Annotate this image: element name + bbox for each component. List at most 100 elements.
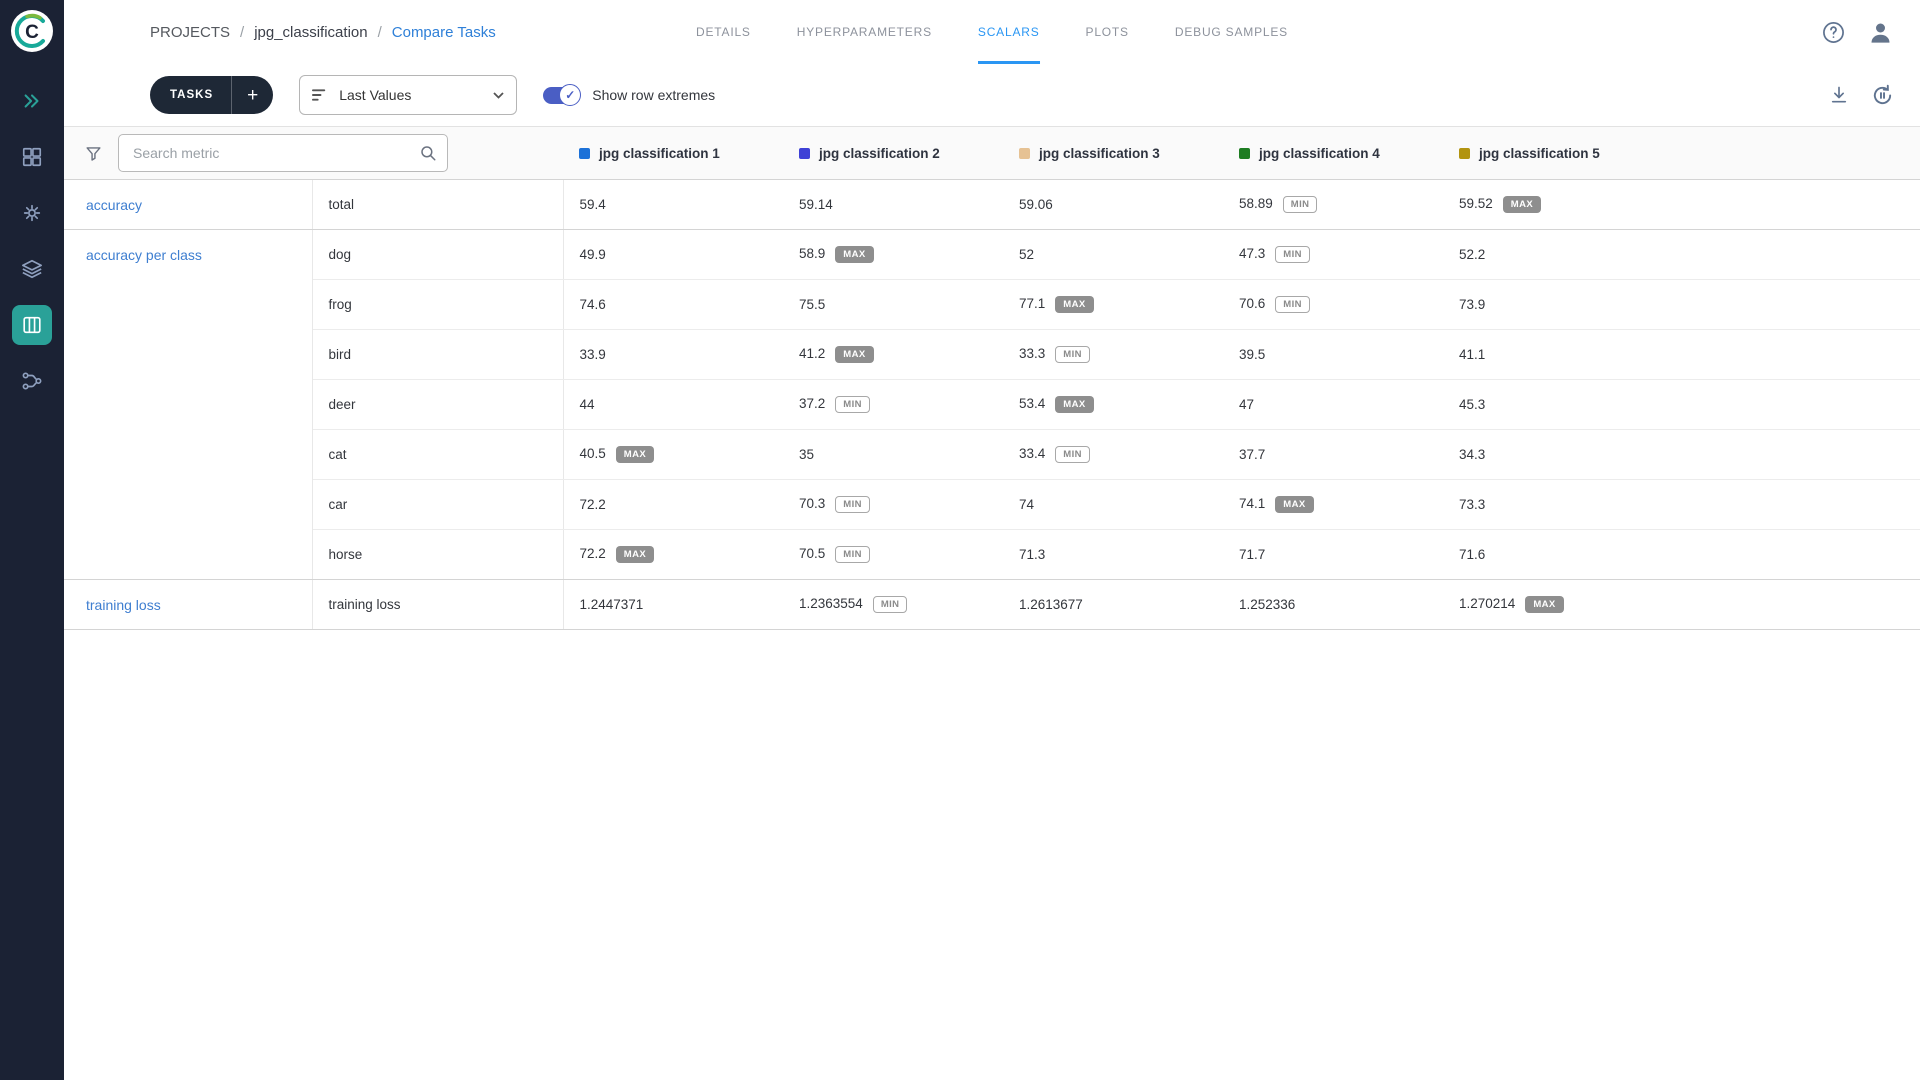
metric-search: [118, 134, 448, 172]
table-header-row: jpg classification 1 jpg classification 2…: [64, 127, 1920, 180]
tab-details[interactable]: DETAILS: [696, 0, 751, 64]
table-body: accuracytotal59.459.1459.0658.89MIN59.52…: [64, 180, 1920, 630]
sidebar-item-workers-queues[interactable]: [12, 193, 52, 233]
toolbar: TASKS + Last Values Show row extremes: [64, 64, 1920, 126]
sidebar-item-pipelines[interactable]: [12, 361, 52, 401]
extreme-badge-min: MIN: [1275, 296, 1310, 313]
metric-value-cell: 59.14: [783, 180, 1003, 230]
metric-value: 1.252336: [1239, 597, 1295, 612]
values-mode-dropdown[interactable]: Last Values: [299, 75, 517, 115]
tasks-button[interactable]: TASKS: [150, 76, 231, 114]
metric-value: 72.2: [580, 497, 606, 512]
experiment-column-header[interactable]: jpg classification 1: [563, 127, 783, 180]
metric-value-cell: 45.3: [1443, 380, 1920, 430]
breadcrumb-project[interactable]: jpg_classification: [254, 24, 367, 41]
metric-value-cell: 58.9MAX: [783, 230, 1003, 280]
sort-icon: [312, 88, 329, 102]
extreme-badge-max: MAX: [835, 246, 873, 263]
metric-value-cell: 70.3MIN: [783, 480, 1003, 530]
topbar-right: [1822, 19, 1894, 46]
experiment-name: jpg classification 1: [599, 146, 720, 161]
sidebar-item-datasets[interactable]: [12, 249, 52, 289]
metric-value: 52: [1019, 247, 1034, 262]
metric-value-cell: 1.270214 MAX: [1443, 580, 1920, 630]
metric-value-cell: 52.2: [1443, 230, 1920, 280]
metric-value: 33.4: [1019, 446, 1045, 461]
metric-value: 71.3: [1019, 547, 1045, 562]
metric-value: 59.14: [799, 197, 833, 212]
tab-bar: DETAILS HYPERPARAMETERS SCALARS PLOTS DE…: [696, 0, 1288, 64]
experiment-column-header[interactable]: jpg classification 5: [1443, 127, 1920, 180]
help-button[interactable]: [1822, 21, 1845, 44]
metric-group-name[interactable]: accuracy: [64, 180, 312, 230]
sidebar-item-menu-expand[interactable]: [12, 81, 52, 121]
metric-value-cell: 47: [1223, 380, 1443, 430]
extreme-badge-min: MIN: [1275, 246, 1310, 263]
download-icon: [1829, 85, 1849, 105]
scalars-comparison-table: jpg classification 1 jpg classification 2…: [64, 126, 1920, 630]
metric-value: 45.3: [1459, 397, 1485, 412]
tab-scalars[interactable]: SCALARS: [978, 0, 1040, 64]
extreme-badge-max: MAX: [1525, 596, 1563, 613]
metric-value-cell: 39.5: [1223, 330, 1443, 380]
metric-search-input[interactable]: [133, 145, 419, 161]
breadcrumb-page[interactable]: Compare Tasks: [392, 24, 496, 41]
metric-value: 70.3: [799, 496, 825, 511]
metric-row: deer4437.2MIN53.4MAX4745.3: [64, 380, 1920, 430]
show-row-extremes-toggle[interactable]: [543, 87, 579, 104]
metric-value: 37.7: [1239, 447, 1265, 462]
app-root: C: [0, 0, 1920, 1080]
metric-value-cell: 1.252336: [1223, 580, 1443, 630]
metric-value-cell: 71.3: [1003, 530, 1223, 580]
sidebar-item-projects[interactable]: [12, 137, 52, 177]
tab-debug-samples[interactable]: DEBUG SAMPLES: [1175, 0, 1288, 64]
metric-row: accuracy per classdog49.958.9MAX5247.3MI…: [64, 230, 1920, 280]
extreme-badge-min: MIN: [1055, 446, 1090, 463]
experiment-column-header[interactable]: jpg classification 3: [1003, 127, 1223, 180]
variant-name: frog: [312, 280, 563, 330]
variant-name: car: [312, 480, 563, 530]
breadcrumb-projects[interactable]: PROJECTS: [150, 24, 230, 41]
variant-name: dog: [312, 230, 563, 280]
experiment-color-swatch: [1019, 148, 1030, 159]
user-avatar-button[interactable]: [1867, 19, 1894, 46]
sidebar-item-experiments-board[interactable]: [12, 305, 52, 345]
metric-value: 1.2613677: [1019, 597, 1083, 612]
download-button[interactable]: [1829, 85, 1849, 105]
tab-hyperparameters[interactable]: HYPERPARAMETERS: [797, 0, 932, 64]
filter-button[interactable]: [76, 136, 110, 170]
metric-group-name[interactable]: training loss: [64, 580, 312, 630]
metric-value: 77.1: [1019, 296, 1045, 311]
variant-name: deer: [312, 380, 563, 430]
metric-value-cell: 1.2363554MIN: [783, 580, 1003, 630]
sidebar-nav: [12, 81, 52, 417]
extreme-badge-min: MIN: [873, 596, 908, 613]
svg-text:C: C: [25, 22, 39, 43]
variant-name: training loss: [312, 580, 563, 630]
extreme-badge-max: MAX: [1055, 396, 1093, 413]
refresh-button[interactable]: [1871, 84, 1894, 107]
clearml-logo[interactable]: C: [10, 9, 54, 53]
metric-value-cell: 33.9: [563, 330, 783, 380]
sidebar: C: [0, 0, 64, 1080]
metric-value-cell: 53.4MAX: [1003, 380, 1223, 430]
metric-row: training losstraining loss1.24473711.236…: [64, 580, 1920, 630]
metric-value-cell: 74: [1003, 480, 1223, 530]
metric-row: horse72.2MAX70.5MIN71.371.771.6: [64, 530, 1920, 580]
metric-value: 39.5: [1239, 347, 1265, 362]
metric-value-cell: 73.3: [1443, 480, 1920, 530]
metric-value: 59.52: [1459, 196, 1493, 211]
variant-name: bird: [312, 330, 563, 380]
variant-name: cat: [312, 430, 563, 480]
metric-value: 70.5: [799, 546, 825, 561]
metric-value: 1.270214: [1459, 596, 1515, 611]
experiment-column-header[interactable]: jpg classification 2: [783, 127, 1003, 180]
metric-value-cell: 47.3 MIN: [1223, 230, 1443, 280]
metric-group-name[interactable]: accuracy per class: [64, 230, 312, 580]
metric-row: bird33.941.2MAX33.3MIN39.541.1: [64, 330, 1920, 380]
experiment-column-header[interactable]: jpg classification 4: [1223, 127, 1443, 180]
metric-value: 47.3: [1239, 246, 1265, 261]
tab-plots[interactable]: PLOTS: [1086, 0, 1129, 64]
add-task-button[interactable]: +: [231, 76, 273, 114]
metric-value: 52.2: [1459, 247, 1485, 262]
